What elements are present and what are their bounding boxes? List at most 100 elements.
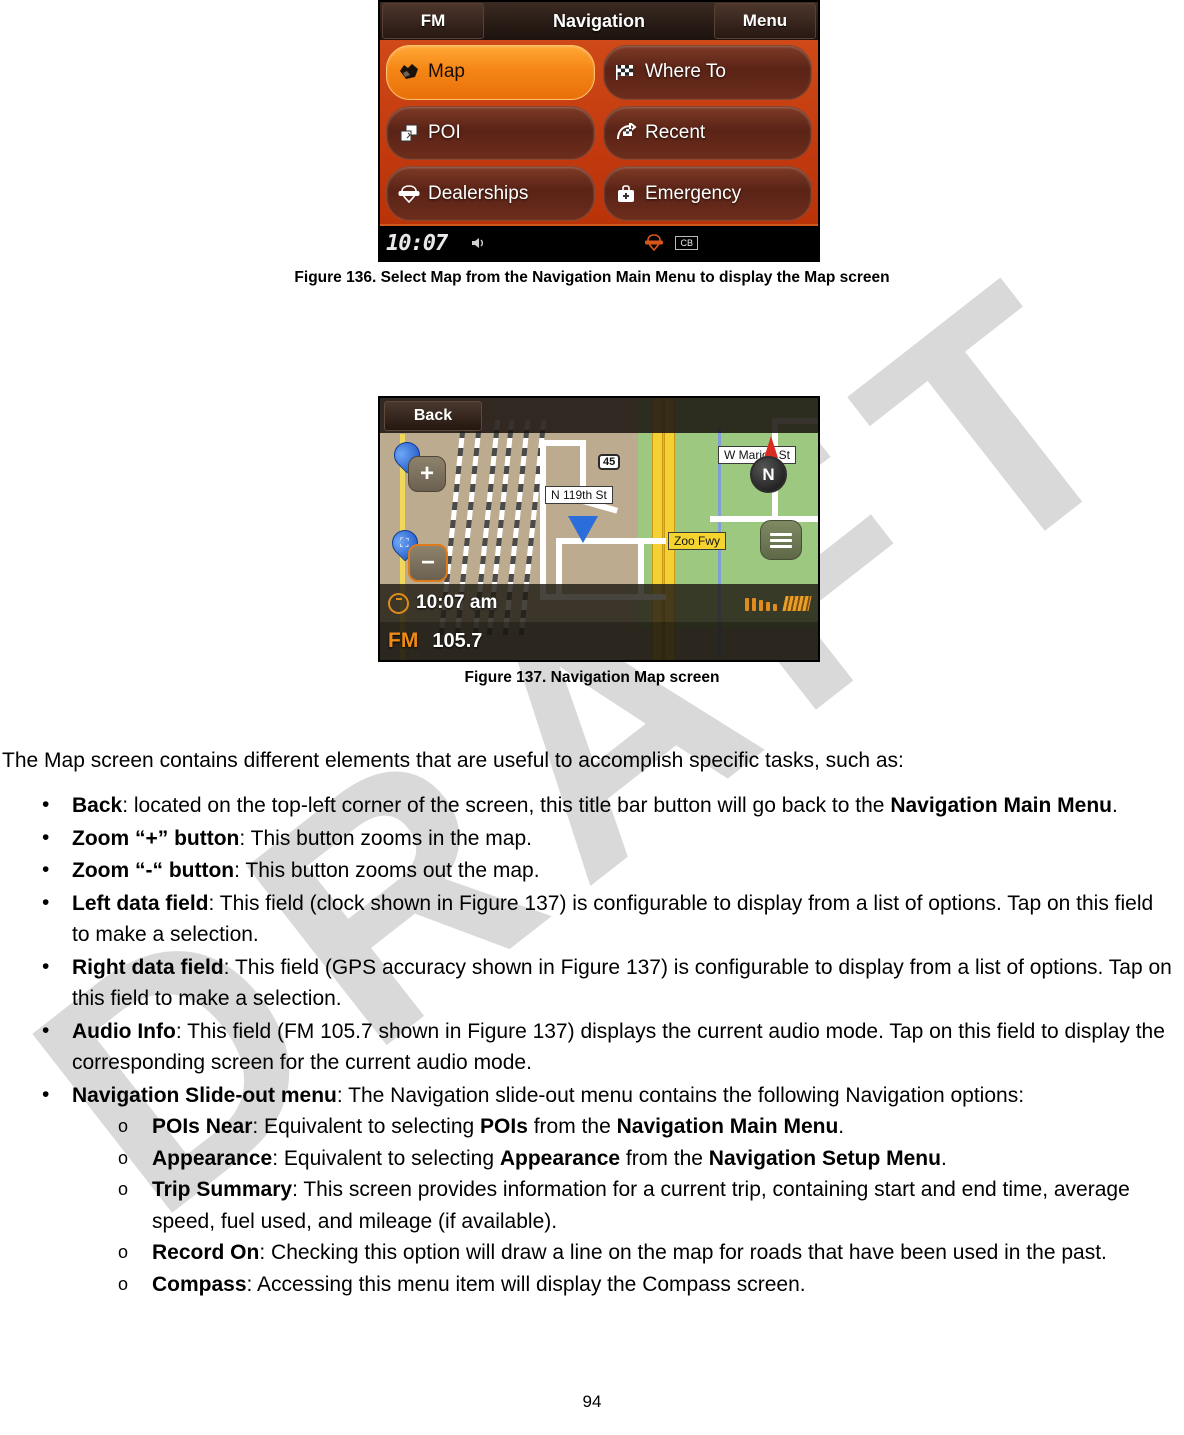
navigation-menu-grid: Map Where To POI Recent Dealerships Emer… [380,40,818,226]
nav-button-poi[interactable]: POI [386,105,595,161]
text-audio-info: : This field (FM 105.7 shown in Figure 1… [72,1019,1165,1075]
sublist-item-appearance: Appearance: Equivalent to selecting Appe… [0,1143,1176,1175]
term-nav-setup-menu: Navigation Setup Menu [708,1146,941,1170]
list-item-right-data-field: Right data field: This field (GPS accura… [0,951,1184,1015]
text-back-1: : located on the top-left corner of the … [122,794,891,817]
term-trip-summary: Trip Summary [152,1178,293,1201]
right-data-field[interactable] [745,595,812,611]
title-bar: FM Navigation Menu [380,2,818,40]
sublist-item-pois-near: POIs Near: Equivalent to selecting POIs … [0,1111,1176,1143]
term-back-2: Navigation Main Menu [890,794,1112,817]
harley-bar-shield-icon [643,233,665,253]
text-left-data-field: : This field (clock shown in Figure 137)… [72,891,1154,947]
body-copy: The Map screen contains different elemen… [0,745,1184,1301]
screen-title: Navigation [552,10,645,31]
text-appearance-1: : Equivalent to selecting [272,1146,500,1170]
gps-satellite-icon [782,595,812,611]
text-appearance-2: from the [620,1146,709,1170]
current-position-arrow [568,516,598,543]
text-trip-summary: : This screen provides information for a… [152,1178,1130,1233]
term-left-data-field: Left data field [72,891,209,915]
menu-line [770,544,792,548]
text-zoom-in: : This button zooms in the map. [239,826,532,850]
figure-137-caption-wrap: Figure 137. Navigation Map screen [0,666,1184,687]
term-audio-info: Audio Info [72,1019,176,1043]
figure-137-caption: Figure 137. Navigation Map screen [464,669,720,686]
map-data-bar: 10:07 am [380,584,818,622]
gps-bar [759,599,763,611]
text-appearance-3: . [940,1146,947,1170]
list-item-left-data-field: Left data field: This field (clock shown… [0,887,1184,951]
left-data-field[interactable]: 10:07 am [416,592,497,614]
figure-navigation-main-menu: FM Navigation Menu Map Where To POI Rece… [378,0,820,262]
text-slide-out-menu: : The Navigation slide-out menu contains… [336,1083,1025,1107]
zoom-out-button[interactable]: − [408,544,448,582]
list-item-slide-out-menu: Navigation Slide-out menu: The Navigatio… [0,1079,1184,1301]
nav-button-dealerships[interactable]: Dealerships [386,166,595,221]
text-compass: : Accessing this menu item will display … [246,1272,806,1296]
cb-indicator: CB [675,236,698,250]
compass-icon[interactable]: N [750,456,787,493]
text-back-2: . [1112,794,1118,817]
list-item-back: Back: located on the top-left corner of … [0,789,1184,822]
poi-cards-icon [397,122,421,144]
status-clock: 10:07 [386,230,448,256]
menu-line [770,538,792,542]
status-bar: 10:07 CB [380,224,818,260]
nav-button-map-label: Map [428,61,465,83]
fm-button[interactable]: FM [382,3,484,39]
list-item-zoom-in: Zoom “+” button: This button zooms in th… [0,822,1184,855]
nav-button-where-to-label: Where To [645,61,726,83]
term-zoom-in: Zoom “+” button [72,826,240,850]
text-pois-near-3: . [838,1115,845,1138]
menu-button[interactable]: Menu [714,3,816,39]
menu-line [770,532,792,536]
term-compass: Compass [152,1272,247,1296]
sublist-item-compass: Compass: Accessing this menu item will d… [0,1269,1176,1301]
list-item-zoom-out: Zoom “-“ button: This button zooms out t… [0,854,1184,887]
freeway-label-zoo-fwy: Zoo Fwy [668,532,727,550]
audio-info-bar[interactable]: FM 105.7 [380,622,818,660]
sublist-item-trip-summary: Trip Summary: This screen provides infor… [0,1174,1176,1237]
audio-source-label: FM [388,629,419,652]
nav-button-recent[interactable]: Recent [603,105,812,161]
slide-out-menu-tab[interactable] [760,520,802,560]
nav-button-emergency-label: Emergency [645,182,742,204]
route-shield-45: 45 [598,454,621,470]
back-button[interactable]: Back [384,401,482,431]
figure-136-caption-wrap: Figure 136. Select Map from the Navigati… [0,266,1184,287]
term-pois: POIs [480,1115,528,1138]
term-nav-main-menu: Navigation Main Menu [616,1115,839,1138]
checkered-flag-icon [614,61,638,83]
recent-flag-icon [614,122,638,144]
street-label-n-119th-st: N 119th St [545,486,613,504]
figure-136-caption: Figure 136. Select Map from the Navigati… [294,269,890,286]
term-right-data-field: Right data field [72,955,224,979]
nav-button-recent-label: Recent [645,121,706,143]
nav-button-map[interactable]: Map [386,45,595,100]
street-segment [540,440,546,600]
nav-button-poi-label: POI [428,121,461,143]
figure-navigation-map-screen: 45 N 119th St Zoo Fwy W Marion St N ⛶ + … [378,396,820,662]
list-item-audio-info: Audio Info: This field (FM 105.7 shown i… [0,1015,1184,1079]
nav-button-emergency[interactable]: Emergency [603,166,812,221]
emergency-kit-icon [614,183,638,205]
intro-paragraph: The Map screen contains different elemen… [2,749,904,772]
sublist-item-record-on: Record On: Checking this option will dra… [0,1237,1176,1269]
globe-icon [397,61,421,83]
term-record-on: Record On [152,1241,260,1264]
term-slide-out-menu: Navigation Slide-out menu [72,1083,337,1107]
zoom-in-button[interactable]: + [408,456,446,492]
nav-button-where-to[interactable]: Where To [603,45,812,100]
term-back: Back [72,794,123,817]
speaker-icon[interactable] [469,234,487,252]
text-pois-near-1: : Equivalent to selecting [252,1115,481,1138]
gps-bar [752,597,756,611]
page-number: 94 [582,1392,602,1411]
nav-button-dealerships-label: Dealerships [428,182,529,204]
text-right-data-field: : This field (GPS accuracy shown in Figu… [72,955,1172,1011]
term-pois-near: POIs Near [152,1115,253,1138]
term-appearance-2: Appearance [499,1146,621,1170]
clock-icon [388,592,409,614]
term-zoom-out: Zoom “-“ button [72,859,235,882]
